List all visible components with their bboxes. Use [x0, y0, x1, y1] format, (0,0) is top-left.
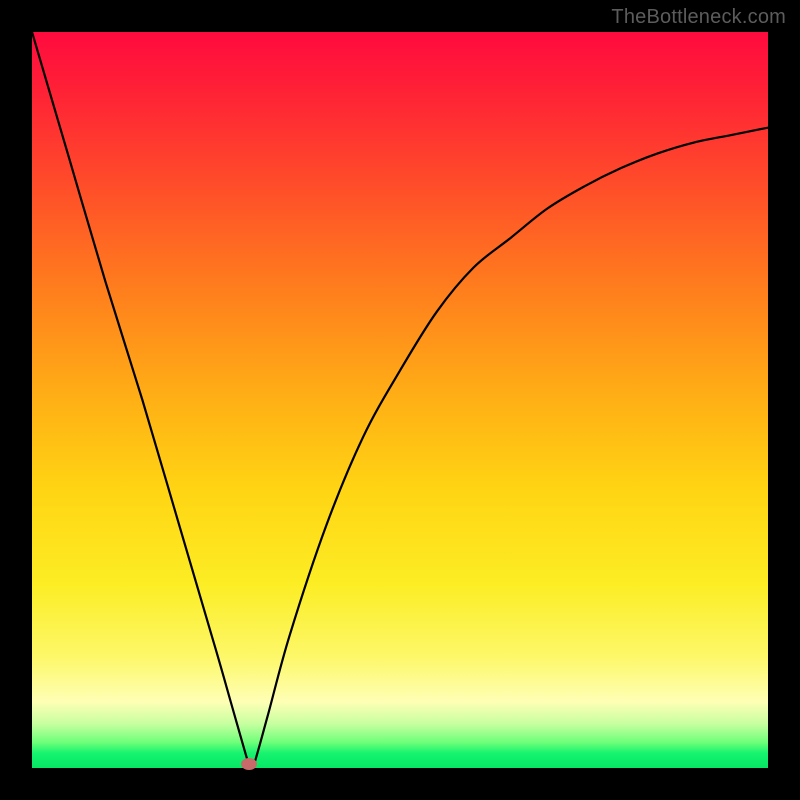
bottleneck-curve — [32, 32, 768, 768]
minimum-marker — [241, 758, 257, 770]
watermark-text: TheBottleneck.com — [611, 6, 786, 29]
chart-frame: TheBottleneck.com — [0, 0, 800, 800]
plot-area — [32, 32, 768, 768]
